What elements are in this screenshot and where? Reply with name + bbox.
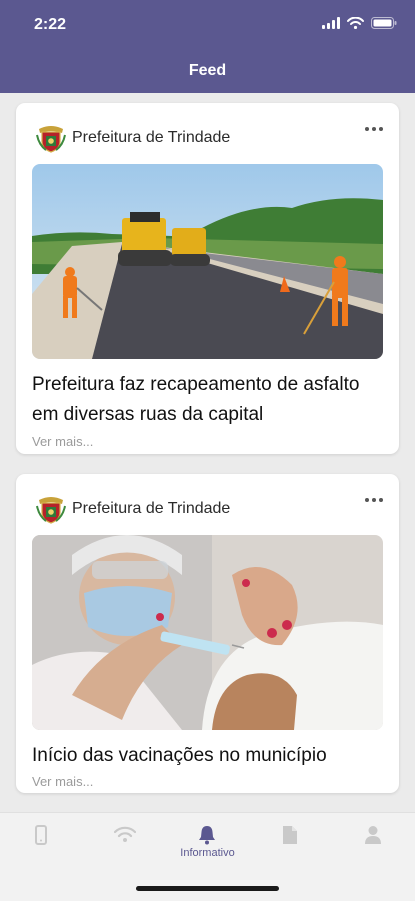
feed-post-card[interactable]: Prefeitura de Trindade Prefeitura faz re… bbox=[16, 103, 399, 454]
city-crest-logo bbox=[36, 497, 66, 524]
feed-post-card[interactable]: Prefeitura de Trindade Início das vacina… bbox=[16, 474, 399, 793]
signal-icon bbox=[322, 17, 340, 29]
city-crest-logo bbox=[36, 126, 66, 153]
home-indicator bbox=[136, 886, 279, 891]
read-more-link[interactable]: Ver mais... bbox=[32, 434, 93, 449]
wifi-icon bbox=[114, 826, 136, 842]
person-icon bbox=[365, 826, 381, 844]
more-options-icon[interactable] bbox=[365, 498, 383, 502]
read-more-link[interactable]: Ver mais... bbox=[32, 774, 93, 789]
tab-wifi[interactable] bbox=[83, 813, 166, 873]
post-image-road-paving[interactable] bbox=[32, 164, 383, 359]
wifi-status-icon bbox=[347, 17, 364, 29]
status-time: 2:22 bbox=[34, 16, 67, 33]
page-title: Feed bbox=[188, 62, 227, 79]
navigation-bar: Feed bbox=[0, 50, 415, 93]
tab-profile[interactable] bbox=[332, 813, 415, 873]
status-bar: 2:22 bbox=[0, 0, 415, 50]
tab-informativo[interactable]: Informativo bbox=[166, 813, 249, 873]
tab-label: Informativo bbox=[180, 847, 235, 859]
post-title[interactable]: Prefeitura faz recapeamento de asfalto e… bbox=[32, 370, 382, 430]
battery-icon bbox=[371, 17, 397, 29]
post-author: Prefeitura de Trindade bbox=[72, 129, 231, 146]
document-icon bbox=[283, 826, 297, 844]
bell-icon bbox=[199, 826, 215, 845]
status-icons bbox=[322, 17, 397, 29]
post-title[interactable]: Início das vacinações no município bbox=[32, 741, 382, 771]
phone-icon bbox=[35, 825, 47, 845]
tab-phone[interactable] bbox=[0, 813, 83, 873]
post-header: Prefeitura de Trindade bbox=[36, 123, 230, 153]
post-author: Prefeitura de Trindade bbox=[72, 500, 231, 517]
tab-documents[interactable] bbox=[249, 813, 332, 873]
more-options-icon[interactable] bbox=[365, 127, 383, 131]
post-image-vaccination[interactable] bbox=[32, 535, 383, 730]
post-header: Prefeitura de Trindade bbox=[36, 494, 230, 524]
